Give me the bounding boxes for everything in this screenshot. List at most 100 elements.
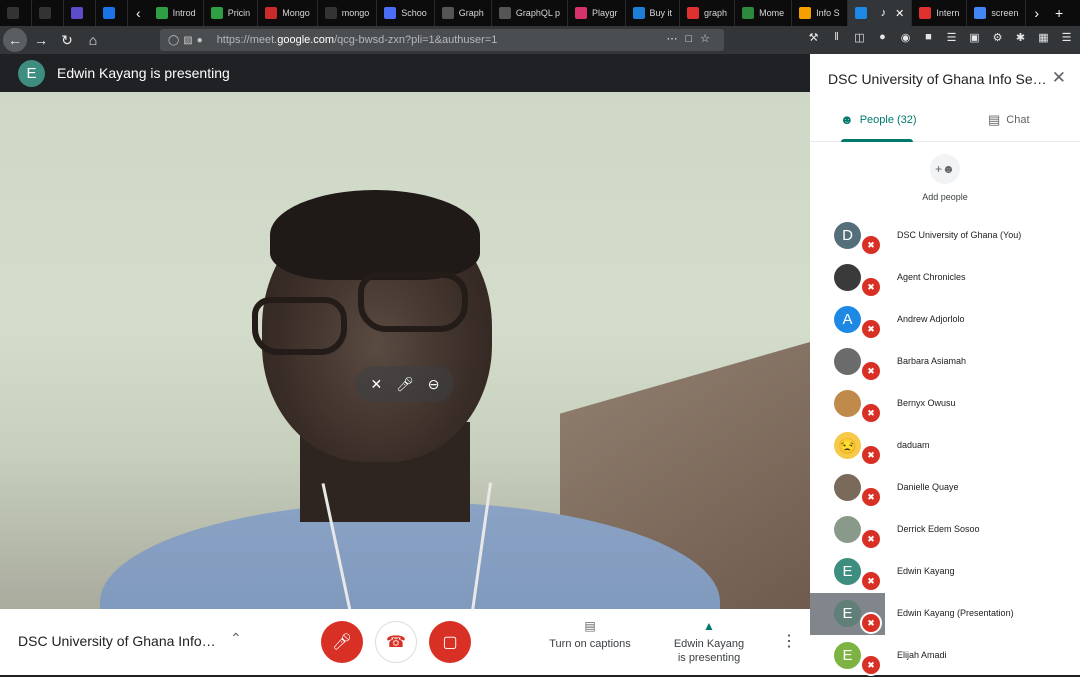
- account-icon[interactable]: ●: [875, 31, 890, 44]
- participant-row[interactable]: E ✖ Edwin Kayang (Presentation): [810, 593, 1080, 635]
- home-icon[interactable]: ⌂: [81, 28, 105, 52]
- participant-row[interactable]: ✖ Bernyx Owusu: [810, 383, 1080, 425]
- browser-tab[interactable]: Mongo: [258, 0, 318, 26]
- browser-tab[interactable]: screen: [967, 0, 1027, 26]
- playground-icon: [575, 7, 588, 19]
- browser-tab[interactable]: Playgr: [568, 0, 626, 26]
- wrench-icon[interactable]: ⚒: [806, 31, 821, 44]
- participant-name: Danielle Quaye: [897, 482, 959, 492]
- unpin-icon[interactable]: ✕: [365, 376, 387, 393]
- new-tab-icon[interactable]: +: [1047, 5, 1071, 21]
- captions-button[interactable]: ▤ Turn on captions: [548, 619, 632, 651]
- page-actions-icon[interactable]: ⋯□☆: [666, 32, 718, 45]
- participant-avatar: [834, 348, 861, 375]
- browser-tab-label: Intern: [936, 8, 960, 18]
- piano-icon[interactable]: ☰: [944, 31, 959, 44]
- camera-off-button[interactable]: ▢: [429, 621, 471, 663]
- browser-tab[interactable]: ♪ ✕: [847, 0, 913, 26]
- browser-tab[interactable]: [64, 0, 96, 26]
- extension-icon[interactable]: ■: [921, 31, 936, 44]
- participant-avatar: [834, 516, 861, 543]
- speaker-icon[interactable]: ♪: [881, 7, 887, 19]
- more-options-icon[interactable]: ⋮: [781, 631, 797, 651]
- present-status-button[interactable]: ▲ Edwin Kayang is presenting: [666, 619, 752, 665]
- muted-mic-icon: ✖: [860, 654, 882, 676]
- scroll-tabs-left-icon[interactable]: ‹: [128, 5, 149, 21]
- browser-tab[interactable]: Pricin: [204, 0, 259, 26]
- panel-tabs: ☻ People (32) ▤ Chat: [810, 104, 1080, 142]
- browser-tab[interactable]: [32, 0, 64, 26]
- browser-tab[interactable]: GraphQL p: [492, 0, 569, 26]
- cast-icon[interactable]: ▣: [967, 31, 982, 44]
- chevron-up-icon[interactable]: ⌃: [230, 630, 242, 647]
- participant-row[interactable]: 😒 ✖ daduam: [810, 425, 1080, 467]
- participant-row[interactable]: ✖ Danielle Quaye: [810, 467, 1080, 509]
- url-prefix: https://meet.: [216, 34, 278, 46]
- participant-name: daduam: [897, 440, 930, 450]
- ublock-icon[interactable]: ◉: [898, 31, 913, 44]
- active-tab-indicator: [841, 139, 913, 142]
- browser-tab-label: screen: [991, 8, 1019, 18]
- captions-icon: ▤: [584, 619, 596, 633]
- browser-tab[interactable]: [0, 0, 32, 26]
- browser-tab[interactable]: mongo: [318, 0, 378, 26]
- tab-people[interactable]: ☻ People (32): [840, 112, 917, 127]
- add-people-label: Add people: [922, 192, 968, 202]
- participant-row[interactable]: ✖ Agent Chronicles: [810, 257, 1080, 299]
- remove-icon[interactable]: ⊖: [423, 376, 445, 393]
- close-icon[interactable]: ✕: [1052, 68, 1066, 88]
- add-person-icon: +☻: [930, 154, 960, 184]
- reload-icon[interactable]: ↻: [55, 28, 79, 52]
- participant-row[interactable]: D ✖ DSC University of Ghana (You): [810, 215, 1080, 257]
- leave-call-button[interactable]: ☎: [375, 621, 417, 663]
- presenting-line-1: Edwin Kayang: [673, 638, 745, 650]
- participant-row[interactable]: A ✖ Andrew Adjorlolo: [810, 299, 1080, 341]
- back-arrow-icon[interactable]: ←: [3, 28, 27, 52]
- app-icon: [71, 7, 83, 19]
- browser-tab[interactable]: Graph: [435, 0, 492, 26]
- browser-tab[interactable]: Buy it: [626, 0, 681, 26]
- microphone-icon[interactable]: 🎤︎: [394, 376, 416, 393]
- mic-off-button[interactable]: 🎤︎: [321, 621, 363, 663]
- browser-tab[interactable]: [96, 0, 128, 26]
- scroll-tabs-right-icon[interactable]: ›: [1026, 5, 1047, 21]
- speed-icon: [919, 7, 932, 19]
- browser-tab-label: GraphQL p: [515, 8, 561, 18]
- browser-tab[interactable]: Info S: [792, 0, 848, 26]
- browser-tab[interactable]: Introd: [149, 0, 204, 26]
- puzzle-icon[interactable]: ✱: [1013, 31, 1028, 44]
- hang-up-icon: ☎: [386, 634, 406, 651]
- participant-row[interactable]: E ✖ Elijah Amadi: [810, 635, 1080, 677]
- browser-tab[interactable]: Schoo: [377, 0, 435, 26]
- browser-tab[interactable]: graph: [680, 0, 736, 26]
- participant-row[interactable]: ✖ Barbara Asiamah: [810, 341, 1080, 383]
- library-icon[interactable]: ‖: [829, 31, 844, 44]
- participant-name: Edwin Kayang (Presentation): [897, 608, 1014, 618]
- menu-icon[interactable]: ☰: [1059, 31, 1074, 44]
- forward-arrow-icon[interactable]: →: [29, 28, 53, 52]
- address-bar[interactable]: ◯▧● https://meet. google.com/qcg-bwsd-zxn…: [160, 29, 724, 51]
- browser-tab-label: Graph: [458, 8, 484, 18]
- close-icon[interactable]: ✕: [895, 7, 904, 20]
- meeting-title[interactable]: DSC University of Ghana Info S...: [18, 633, 218, 649]
- gear-icon[interactable]: ⚙: [990, 31, 1005, 44]
- grid-icon[interactable]: ▦: [1036, 31, 1051, 44]
- browser-tab[interactable]: Intern: [912, 0, 968, 26]
- participant-row[interactable]: E ✖ Edwin Kayang: [810, 551, 1080, 593]
- video-glasses-right: [358, 272, 468, 332]
- participant-row[interactable]: ✖ Derrick Edem Sosoo: [810, 509, 1080, 551]
- participant-avatar: [834, 474, 861, 501]
- tab-chat[interactable]: ▤ Chat: [988, 112, 1030, 128]
- browser-tab[interactable]: Mome: [735, 0, 793, 26]
- meeting-control-bar: DSC University of Ghana Info S... ⌃ 🎤︎ ☎…: [0, 609, 810, 675]
- muted-mic-icon: ✖: [860, 234, 882, 256]
- browser-tab-label: Introd: [172, 8, 196, 18]
- browser-tab-label: graph: [704, 8, 728, 18]
- site-info-icon[interactable]: ◯▧●: [168, 35, 207, 46]
- sidebar-icon[interactable]: ◫: [852, 31, 867, 44]
- participant-avatar: [834, 264, 861, 291]
- people-panel: DSC University of Ghana Info Ses... ✕ ☻ …: [810, 54, 1080, 677]
- tab-list-icon[interactable]: ⌄: [1071, 5, 1080, 22]
- muted-mic-icon: ✖: [860, 276, 882, 298]
- add-people-button[interactable]: +☻ Add people: [810, 154, 1080, 214]
